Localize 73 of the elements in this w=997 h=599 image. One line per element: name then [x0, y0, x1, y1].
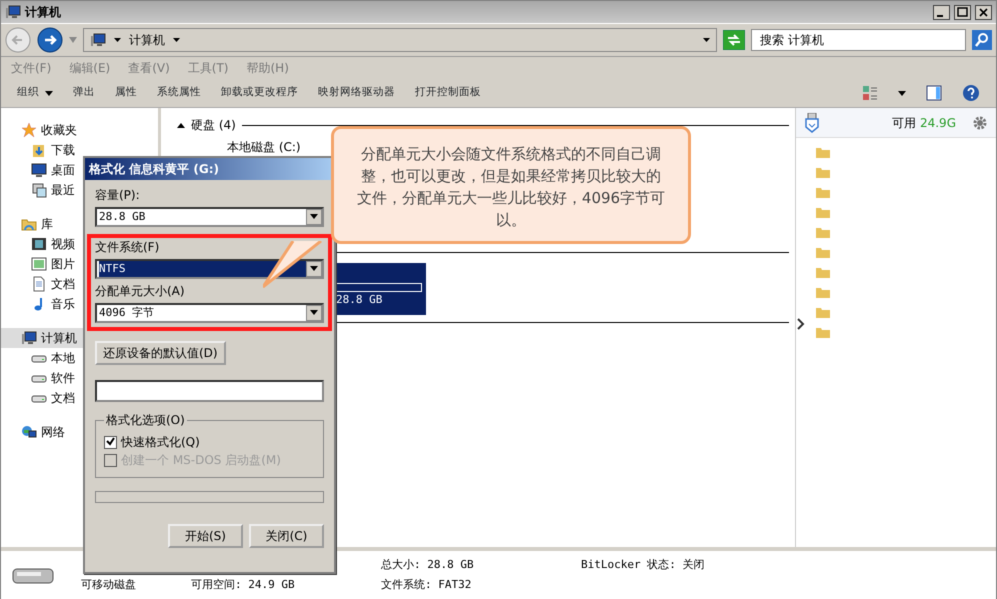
dropdown-field[interactable]: NTFS [95, 259, 324, 279]
detail-text: 文件系统: FAT32 [381, 576, 472, 593]
toolbar-button[interactable]: 组织 [17, 85, 53, 101]
group-header: 硬盘 (4) [191, 117, 236, 134]
minimize-button[interactable] [933, 4, 950, 20]
expand-arrow-icon[interactable] [797, 318, 805, 330]
search-field[interactable]: 搜索 计算机 [751, 29, 966, 51]
toolbar-button[interactable]: 弹出 [73, 85, 95, 101]
dialog-title: 格式化 信息科黄平 (G:) [89, 161, 219, 178]
group-label: 格式化选项(O) [105, 412, 186, 429]
refresh-button[interactable] [723, 30, 745, 50]
close-dialog-button[interactable]: 关闭(C) [249, 524, 324, 548]
settings-icon[interactable] [972, 114, 988, 130]
nav-item[interactable]: 软件 [1, 368, 158, 388]
computer-icon [21, 330, 37, 346]
callout-note: 分配单元大小会随文件系统格式的不同自己调整，也可以更改，但是如果经常拷贝比较大的文件，分配单元大一些儿比较好，4096字节可以。 [331, 126, 691, 244]
close-button[interactable] [975, 4, 992, 20]
caret-icon [310, 310, 318, 316]
caret-icon [114, 38, 121, 42]
caret-icon[interactable] [703, 38, 710, 42]
dropdown-field[interactable]: 28.8 GB [95, 207, 324, 227]
nav-item[interactable]: 收藏夹 [1, 120, 158, 140]
toolbar-button[interactable]: 映射网络驱动器 [318, 85, 395, 101]
field-label: 分配单元大小(A) [95, 283, 186, 300]
address-path: 计算机 [129, 32, 165, 49]
computer-icon [90, 32, 106, 48]
maximize-button[interactable] [954, 4, 971, 20]
computer-icon [5, 4, 21, 20]
drive-name[interactable]: 本地磁盘 (C:) [227, 138, 301, 156]
help-icon[interactable] [962, 84, 980, 102]
toolbar-button[interactable]: 系统属性 [157, 85, 201, 101]
address-bar[interactable]: 计算机 [83, 28, 717, 52]
star-icon [21, 122, 37, 138]
desktop-icon [31, 162, 47, 178]
check-icon [106, 437, 115, 446]
toolbar-button[interactable]: 属性 [115, 85, 137, 101]
caret-icon [45, 90, 53, 96]
caret-icon [173, 38, 180, 42]
caret-icon [310, 214, 318, 220]
back-button[interactable] [5, 27, 31, 53]
drive-size: 28.8 GB [336, 292, 384, 308]
volume-label-field[interactable] [95, 380, 324, 402]
restore-defaults-button[interactable]: 还原设备的默认值(D) [95, 341, 226, 365]
detail-text: 总大小: 28.8 GB [381, 556, 475, 573]
caret-icon [310, 266, 318, 272]
drive-type: 可移动磁盘 [81, 576, 137, 593]
detail-text: 可用空间: 24.9 GB [191, 576, 296, 593]
checkbox[interactable]: 快速格式化(Q) [104, 433, 315, 451]
network-globe-icon [21, 424, 37, 440]
field-label: 文件系统(F) [95, 239, 160, 256]
toolbar-button[interactable]: 卸载或更改程序 [221, 85, 298, 101]
film-icon [31, 236, 47, 252]
picture-icon [31, 256, 47, 272]
recent-places-icon [31, 182, 47, 198]
caret-icon[interactable] [898, 90, 906, 96]
usb-drive-icon [804, 112, 820, 132]
start-button[interactable]: 开始(S) [168, 524, 243, 548]
forward-button[interactable] [37, 27, 63, 53]
view-options-icon[interactable] [862, 85, 878, 101]
callout-tail-drawing [263, 241, 323, 291]
window-title: 计算机 [25, 4, 61, 21]
dropdown-field[interactable]: 4096 字节 [95, 303, 324, 323]
dropdown-caret-icon[interactable] [69, 37, 77, 43]
nav-item[interactable]: 下载 [1, 140, 158, 160]
field-label: 容量(P): [95, 187, 141, 204]
collapse-arrow-icon[interactable] [177, 122, 185, 128]
detail-text: BitLocker 状态: 关闭 [581, 556, 706, 573]
nav-item[interactable]: 文档 [1, 388, 158, 408]
toolbar-button[interactable]: 打开控制面板 [415, 85, 481, 101]
preview-pane-icon[interactable] [926, 85, 942, 101]
free-space-text: 可用 24.9G [892, 114, 956, 132]
search-button[interactable] [972, 30, 992, 50]
document-icon [31, 276, 47, 292]
